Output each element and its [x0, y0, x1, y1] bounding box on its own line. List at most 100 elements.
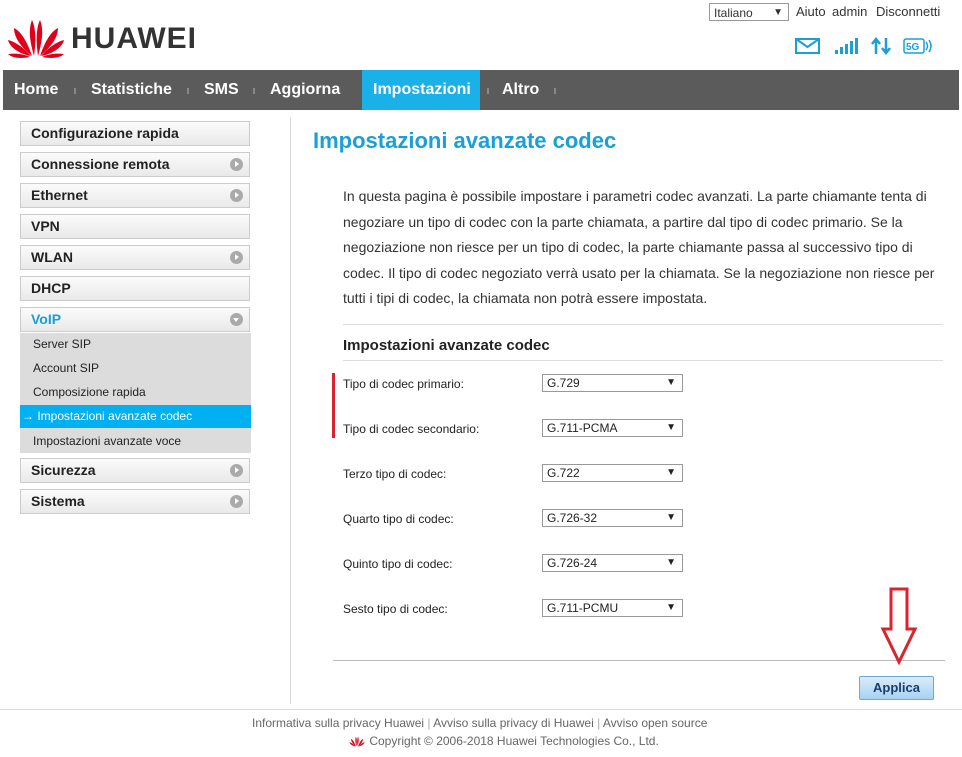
field-label-fourth: Quarto tipo di codec:	[343, 512, 454, 526]
sidebar-item-configurazione-rapida[interactable]: Configurazione rapida	[20, 121, 250, 146]
chevron-right-icon	[230, 251, 243, 264]
mail-icon[interactable]	[795, 37, 821, 55]
brand-name: HUAWEI	[71, 22, 197, 55]
privacy-policy-link[interactable]: Informativa sulla privacy Huawei	[252, 716, 424, 730]
submenu-composizione-rapida[interactable]: Composizione rapida	[33, 385, 146, 399]
help-link[interactable]: Aiuto	[796, 4, 826, 19]
select-value: G.711-PCMA	[547, 421, 618, 435]
primary-codec-select[interactable]: G.729 ▼	[542, 374, 683, 392]
sidebar-item-vpn[interactable]: VPN	[20, 214, 250, 239]
user-link[interactable]: admin	[832, 4, 867, 19]
submenu-server-sip[interactable]: Server SIP	[33, 337, 91, 351]
footer-links: Informativa sulla privacy Huawei | Avvis…	[252, 716, 707, 730]
content-divider	[290, 117, 291, 704]
divider	[343, 324, 943, 325]
sidebar-item-label: VPN	[31, 218, 60, 234]
footer-divider	[0, 709, 962, 710]
select-value: G.729	[547, 376, 580, 390]
nav-aggiorna[interactable]: Aggiorna	[270, 70, 340, 110]
third-codec-select[interactable]: G.722 ▼	[542, 464, 683, 482]
field-label-third: Terzo tipo di codec:	[343, 467, 447, 481]
nav-separator	[554, 88, 556, 94]
chevron-down-icon: ▼	[666, 377, 676, 388]
divider	[343, 360, 943, 361]
field-label-fifth: Quinto tipo di codec:	[343, 557, 453, 571]
sixth-codec-select[interactable]: G.711-PCMU ▼	[542, 599, 683, 617]
privacy-notice-link[interactable]: Avviso sulla privacy di Huawei	[433, 716, 594, 730]
fifth-codec-select[interactable]: G.726-24 ▼	[542, 554, 683, 572]
sidebar-item-wlan[interactable]: WLAN	[20, 245, 250, 270]
huawei-flower-icon	[349, 736, 365, 747]
divider	[333, 660, 945, 661]
sidebar-item-ethernet[interactable]: Ethernet	[20, 183, 250, 208]
sidebar-item-sicurezza[interactable]: Sicurezza	[20, 458, 250, 483]
voip-submenu: Server SIP Account SIP Composizione rapi…	[20, 333, 251, 453]
data-arrows-icon	[871, 37, 891, 55]
select-value: G.711-PCMU	[547, 601, 619, 615]
apply-button[interactable]: Applica	[859, 676, 934, 700]
sidebar-item-label: Configurazione rapida	[31, 125, 179, 141]
chevron-right-icon	[230, 464, 243, 477]
main-nav: Home Statistiche SMS Aggiorna Impostazio…	[3, 70, 959, 110]
sidebar-item-label: WLAN	[31, 249, 73, 265]
footer-copyright: Copyright © 2006-2018 Huawei Technologie…	[348, 734, 659, 748]
select-value: G.726-32	[547, 511, 598, 525]
highlight-marker	[332, 373, 335, 438]
nav-separator	[487, 88, 489, 94]
5g-icon: 5G	[903, 38, 932, 54]
sidebar-item-sistema[interactable]: Sistema	[20, 489, 250, 514]
chevron-down-icon: ▼	[773, 7, 783, 18]
select-value: G.722	[547, 466, 580, 480]
language-value: Italiano	[714, 6, 753, 20]
section-title: Impostazioni avanzate codec	[343, 337, 550, 354]
sidebar-item-voip[interactable]: VoIP	[20, 307, 250, 332]
signal-icon	[835, 38, 858, 54]
secondary-codec-select[interactable]: G.711-PCMA ▼	[542, 419, 683, 437]
page-description: In questa pagina è possibile impostare i…	[343, 188, 935, 306]
field-label-secondary: Tipo di codec secondario:	[343, 422, 480, 436]
nav-impostazioni-label: Impostazioni	[373, 81, 471, 98]
sidebar-item-label: VoIP	[31, 311, 62, 327]
chevron-down-icon	[230, 313, 243, 326]
copyright-text: Copyright © 2006-2018 Huawei Technologie…	[369, 734, 659, 748]
nav-separator	[253, 88, 255, 94]
logout-link[interactable]: Disconnetti	[876, 4, 940, 19]
submenu-impostazioni-avanzate-voce[interactable]: Impostazioni avanzate voce	[33, 434, 181, 448]
submenu-active-label: → Impostazioni avanzate codec	[22, 409, 193, 423]
submenu-account-sip[interactable]: Account SIP	[33, 361, 99, 375]
chevron-down-icon: ▼	[666, 512, 676, 523]
nav-home[interactable]: Home	[14, 70, 58, 110]
nav-altro[interactable]: Altro	[502, 70, 539, 110]
open-source-link[interactable]: Avviso open source	[603, 716, 708, 730]
sidebar-item-connessione-remota[interactable]: Connessione remota	[20, 152, 250, 177]
page-title: Impostazioni avanzate codec	[313, 128, 617, 153]
huawei-logo: HUAWEI	[8, 14, 198, 62]
arrow-down-annotation-icon	[880, 587, 918, 665]
nav-sms[interactable]: SMS	[204, 70, 239, 110]
fourth-codec-select[interactable]: G.726-32 ▼	[542, 509, 683, 527]
chevron-down-icon: ▼	[666, 602, 676, 613]
chevron-down-icon: ▼	[666, 467, 676, 478]
sidebar-item-label: Connessione remota	[31, 156, 170, 172]
chevron-right-icon	[230, 158, 243, 171]
language-select[interactable]: Italiano ▼	[709, 3, 789, 21]
select-value: G.726-24	[547, 556, 598, 570]
sidebar-item-label: Sistema	[31, 493, 85, 509]
submenu-impostazioni-avanzate-codec[interactable]: → Impostazioni avanzate codec	[20, 405, 251, 428]
sidebar-item-dhcp[interactable]: DHCP	[20, 276, 250, 301]
field-label-sixth: Sesto tipo di codec:	[343, 602, 448, 616]
sidebar-item-label: Ethernet	[31, 187, 88, 203]
svg-text:5G: 5G	[906, 42, 920, 53]
chevron-right-icon	[230, 495, 243, 508]
nav-statistiche[interactable]: Statistiche	[91, 70, 172, 110]
nav-separator	[74, 88, 76, 94]
chevron-down-icon: ▼	[666, 422, 676, 433]
sidebar-item-label: Sicurezza	[31, 462, 96, 478]
chevron-down-icon: ▼	[666, 557, 676, 568]
field-label-primary: Tipo di codec primario:	[343, 377, 464, 391]
chevron-right-icon	[230, 189, 243, 202]
nav-separator	[187, 88, 189, 94]
huawei-flower-icon	[8, 20, 64, 58]
sidebar-item-label: DHCP	[31, 280, 71, 296]
nav-impostazioni[interactable]: Impostazioni	[362, 70, 480, 110]
